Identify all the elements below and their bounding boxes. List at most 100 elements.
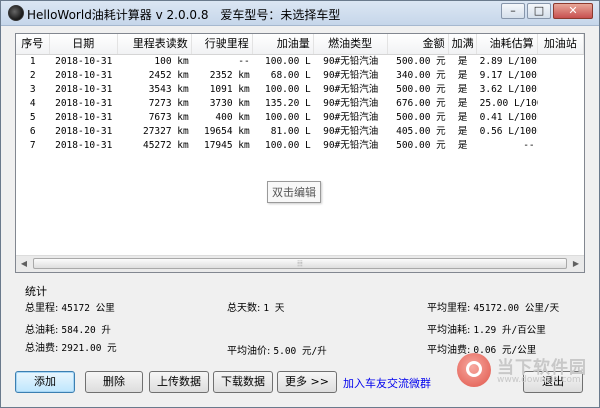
cell-date: 2018-10-31 bbox=[55, 98, 113, 109]
cell-station bbox=[538, 69, 584, 83]
cell-distance: 2352 km bbox=[209, 70, 250, 81]
join-group-link[interactable]: 加入车友交流微群 bbox=[343, 375, 431, 391]
cell-amount: 500.00 元 bbox=[396, 112, 446, 123]
cell-seq: 7 bbox=[29, 140, 36, 151]
stat-value: 584.20 升 bbox=[61, 325, 111, 336]
stat-value: 2921.00 元 bbox=[61, 343, 117, 354]
refuel-records-table[interactable]: 序号 日期 里程表读数 行驶里程 加油量 燃油类型 金额 加满 油耗估算 加油站… bbox=[15, 33, 585, 273]
cell-estimate: 25.00 L/100km bbox=[479, 98, 538, 109]
watermark: 当下软件园 www.downxia.com bbox=[457, 353, 587, 391]
watermark-url: www.downxia.com bbox=[497, 375, 581, 385]
cell-seq: 5 bbox=[29, 112, 36, 123]
cell-date: 2018-10-31 bbox=[55, 126, 113, 137]
column-header-fuel[interactable]: 加油量 bbox=[253, 34, 314, 54]
scroll-right-icon[interactable]: ▶ bbox=[568, 256, 584, 272]
cell-date: 2018-10-31 bbox=[55, 112, 113, 123]
maximize-icon: □ bbox=[533, 4, 545, 17]
column-header-seq[interactable]: 序号 bbox=[16, 34, 50, 54]
statistics-title: 统计 bbox=[25, 285, 47, 298]
column-header-distance[interactable]: 行驶里程 bbox=[192, 34, 253, 54]
cell-estimate: -- bbox=[523, 140, 535, 151]
table-row[interactable]: 7 2018-10-31 45272 km 17945 km 100.00 L … bbox=[16, 139, 584, 153]
title-bar[interactable]: HelloWorld油耗计算器 v 2.0.0.8 爱车型号：未选择车型 – □… bbox=[1, 1, 599, 26]
cell-date: 2018-10-31 bbox=[55, 70, 113, 81]
stat-value: 45172 公里 bbox=[61, 303, 115, 314]
cell-odometer: 45272 km bbox=[142, 140, 189, 151]
table-row[interactable]: 3 2018-10-31 3543 km 1091 km 100.00 L 90… bbox=[16, 83, 584, 97]
scrollbar-thumb[interactable]: ⦙⦙⦙ bbox=[33, 258, 567, 269]
stat-label: 总里程: bbox=[25, 303, 59, 314]
maximize-button[interactable]: □ bbox=[527, 3, 551, 19]
cell-amount: 500.00 元 bbox=[396, 56, 446, 67]
scroll-left-icon[interactable]: ◀ bbox=[16, 256, 32, 272]
cell-amount: 500.00 元 bbox=[396, 84, 446, 95]
car-model-label: 爱车型号：未选择车型 bbox=[220, 8, 341, 22]
cell-fuel-type: 90#无铅汽油 bbox=[323, 98, 379, 109]
stat-total-distance: 总里程: 45172 公里 bbox=[25, 299, 115, 314]
cell-station bbox=[538, 111, 584, 125]
table-row[interactable]: 4 2018-10-31 7273 km 3730 km 135.20 L 90… bbox=[16, 97, 584, 111]
stat-avg-price: 平均油价: 5.00 元/升 bbox=[227, 342, 327, 357]
download-data-button[interactable]: 下载数据 bbox=[213, 371, 273, 393]
cell-distance: -- bbox=[238, 56, 250, 67]
table-body: 1 2018-10-31 100 km -- 100.00 L 90#无铅汽油 … bbox=[16, 55, 584, 153]
cell-date: 2018-10-31 bbox=[55, 140, 113, 151]
cell-fuel: 100.00 L bbox=[265, 140, 311, 151]
table-row[interactable]: 6 2018-10-31 27327 km 19654 km 81.00 L 9… bbox=[16, 125, 584, 139]
stat-label: 总油费: bbox=[25, 343, 59, 354]
cell-seq: 4 bbox=[29, 98, 36, 109]
cell-odometer: 3543 km bbox=[148, 84, 189, 95]
column-header-odometer[interactable]: 里程表读数 bbox=[118, 34, 192, 54]
cell-amount: 340.00 元 bbox=[396, 70, 446, 81]
cell-odometer: 7273 km bbox=[148, 98, 189, 109]
upload-data-button[interactable]: 上传数据 bbox=[149, 371, 209, 393]
cell-full: 是 bbox=[457, 70, 468, 81]
column-header-station[interactable]: 加油站 bbox=[538, 34, 584, 54]
close-button[interactable]: ✕ bbox=[553, 3, 593, 19]
cell-fuel: 68.00 L bbox=[270, 70, 311, 81]
cell-fuel: 100.00 L bbox=[265, 84, 311, 95]
cell-fuel-type: 90#无铅汽油 bbox=[323, 140, 379, 151]
stat-label: 总天数: bbox=[227, 303, 261, 314]
stat-total-days: 总天数: 1 天 bbox=[227, 299, 284, 314]
minimize-button[interactable]: – bbox=[501, 3, 525, 19]
stat-total-cost: 总油费: 2921.00 元 bbox=[25, 339, 117, 354]
main-window: HelloWorld油耗计算器 v 2.0.0.8 爱车型号：未选择车型 – □… bbox=[0, 0, 600, 408]
cell-distance: 3730 km bbox=[209, 98, 250, 109]
window-title: HelloWorld油耗计算器 v 2.0.0.8 爱车型号：未选择车型 bbox=[27, 6, 348, 23]
horizontal-scrollbar[interactable]: ◀ ⦙⦙⦙ ▶ bbox=[16, 255, 584, 272]
more-button[interactable]: 更多 >> bbox=[277, 371, 337, 393]
cell-seq: 2 bbox=[29, 70, 36, 81]
stat-value: 1.29 升/百公里 bbox=[473, 325, 546, 336]
cell-fuel: 135.20 L bbox=[265, 98, 311, 109]
cell-odometer: 27327 km bbox=[142, 126, 189, 137]
cell-seq: 3 bbox=[29, 84, 36, 95]
cell-full: 是 bbox=[457, 56, 468, 67]
cell-distance: 1091 km bbox=[209, 84, 250, 95]
column-header-date[interactable]: 日期 bbox=[50, 34, 118, 54]
add-button[interactable]: 添加 bbox=[15, 371, 75, 393]
column-header-full[interactable]: 加满 bbox=[449, 34, 477, 54]
delete-button[interactable]: 删除 bbox=[85, 371, 143, 393]
table-row[interactable]: 2 2018-10-31 2452 km 2352 km 68.00 L 90#… bbox=[16, 69, 584, 83]
cell-amount: 676.00 元 bbox=[396, 98, 446, 109]
cell-estimate: 2.89 L/100km bbox=[479, 56, 538, 67]
cell-distance: 19654 km bbox=[203, 126, 250, 137]
cell-odometer: 7673 km bbox=[148, 112, 189, 123]
cell-date: 2018-10-31 bbox=[55, 84, 113, 95]
stat-label: 总油耗: bbox=[25, 325, 59, 336]
cell-fuel-type: 90#无铅汽油 bbox=[323, 126, 379, 137]
column-header-amount[interactable]: 金额 bbox=[388, 34, 449, 54]
edit-hint-tooltip: 双击编辑 bbox=[267, 181, 321, 203]
cell-station bbox=[538, 125, 584, 139]
column-header-estimate[interactable]: 油耗估算 bbox=[477, 34, 538, 54]
cell-estimate: 0.41 L/100km bbox=[479, 112, 538, 123]
column-header-fuel-type[interactable]: 燃油类型 bbox=[314, 34, 388, 54]
table-row[interactable]: 5 2018-10-31 7673 km 400 km 100.00 L 90#… bbox=[16, 111, 584, 125]
cell-odometer: 100 km bbox=[154, 56, 189, 67]
stat-label: 平均里程: bbox=[427, 303, 471, 314]
cell-estimate: 3.62 L/100km bbox=[479, 84, 538, 95]
cell-station bbox=[538, 97, 584, 111]
table-row[interactable]: 1 2018-10-31 100 km -- 100.00 L 90#无铅汽油 … bbox=[16, 55, 584, 69]
window-controls: – □ ✕ bbox=[499, 3, 593, 19]
